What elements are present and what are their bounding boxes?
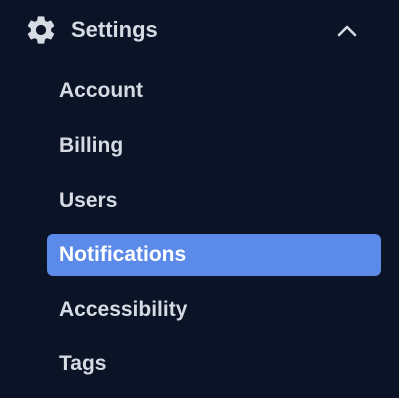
settings-section-title: Settings [71,17,158,42]
gear-icon [27,16,55,44]
chevron-up-icon[interactable] [335,20,359,40]
sidebar-item-users[interactable]: Users [47,180,381,222]
sidebar-item-account[interactable]: Account [47,70,381,112]
sidebar-item-tags[interactable]: Tags [47,343,381,385]
sidebar-item-billing[interactable]: Billing [47,125,381,167]
settings-sidebar: Settings Account Billing Users Notificat… [0,0,399,398]
sidebar-item-notifications[interactable]: Notifications [47,234,381,276]
sidebar-item-accessibility[interactable]: Accessibility [47,289,381,331]
settings-section-header[interactable]: Settings [0,0,399,60]
